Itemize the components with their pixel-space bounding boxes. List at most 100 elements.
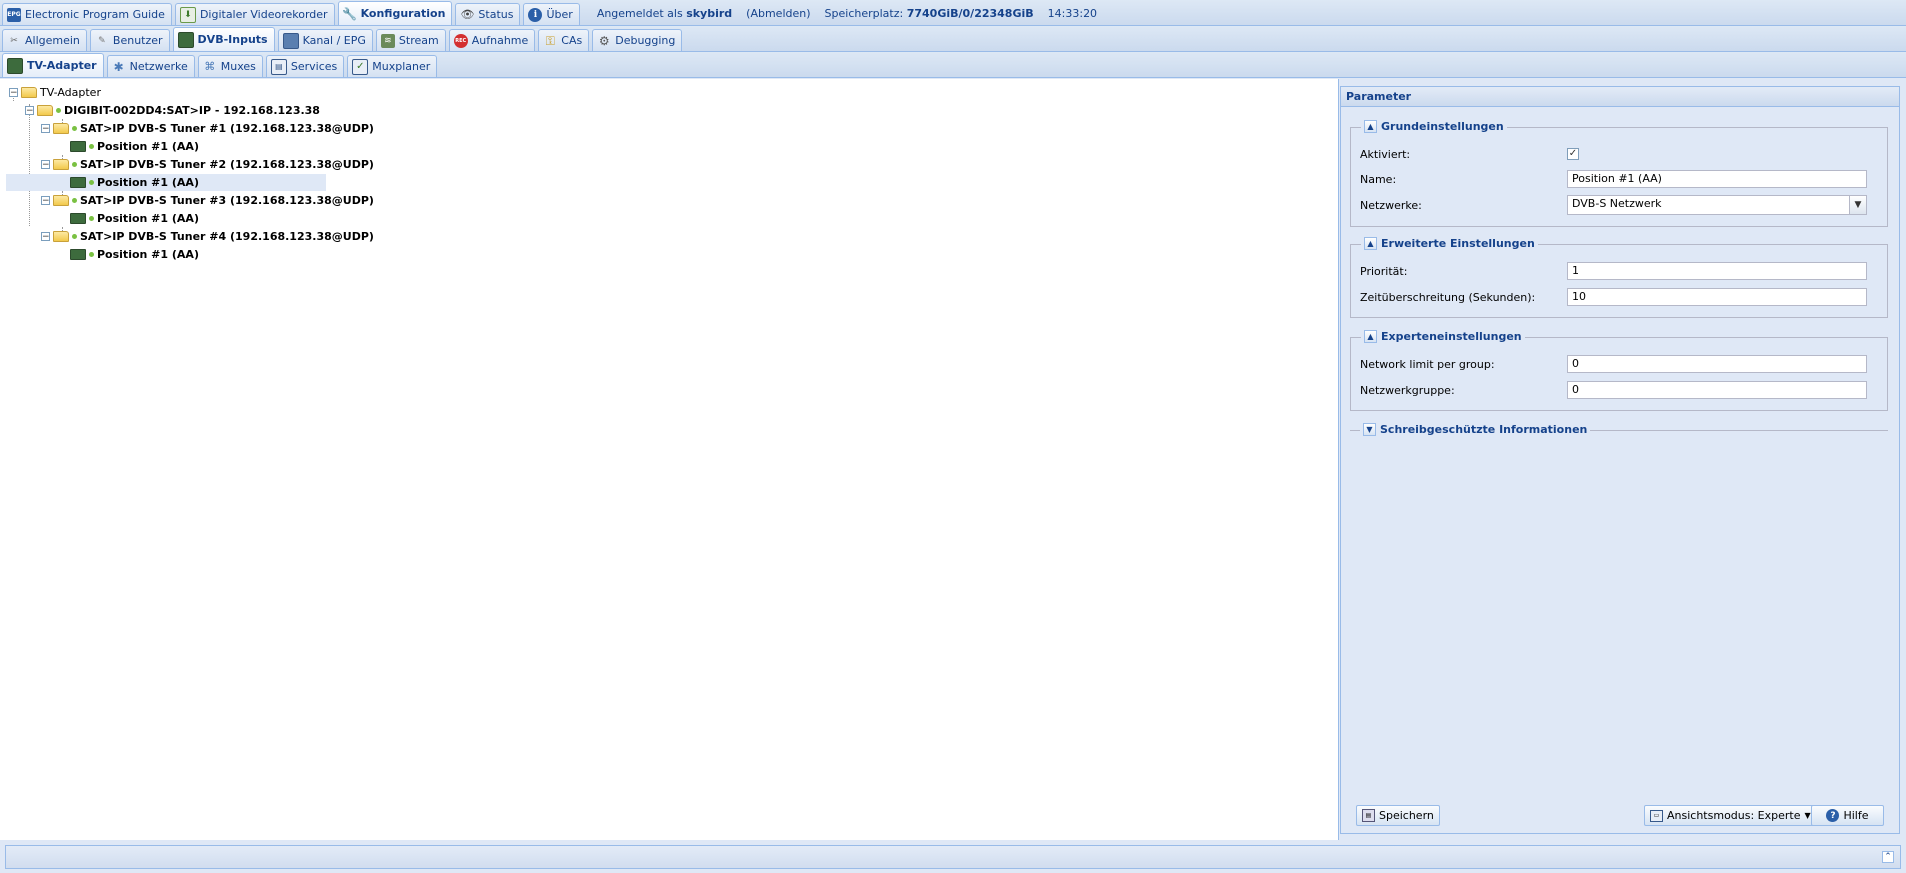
tab-status[interactable]: 👁 Status <box>455 3 521 25</box>
name-input[interactable]: Position #1 (AA) <box>1567 170 1867 188</box>
folder-icon <box>53 231 69 242</box>
timeout-row: Zeitüberschreitung (Sekunden): 10 <box>1360 287 1867 307</box>
dropdown-arrow-icon: ▼ <box>1804 811 1811 820</box>
network-group-label: Netzwerkgruppe: <box>1360 383 1455 397</box>
parameter-panel-title: Parameter <box>1341 87 1899 107</box>
status-dot-icon <box>72 234 77 239</box>
advanced-settings-title: Erweiterte Einstellungen <box>1381 237 1535 250</box>
tab-stream[interactable]: ≋ Stream <box>375 29 446 51</box>
tree-tuner-label: SAT>IP DVB-S Tuner #4 (192.168.123.38@UD… <box>80 230 374 243</box>
collapse-toggle-icon[interactable]: − <box>25 106 34 116</box>
tree-position[interactable]: Position #1 (AA) <box>70 246 199 263</box>
expand-up-icon[interactable]: ⌃ <box>1882 851 1894 863</box>
collapse-up-icon[interactable]: ▲ <box>1364 120 1377 133</box>
rec-icon: REC <box>453 33 468 48</box>
readonly-info-group: ▼ Schreibgeschützte Informationen <box>1350 423 1888 437</box>
tree-position-selected[interactable]: Position #1 (AA) <box>6 174 326 191</box>
collapse-toggle-icon[interactable]: − <box>9 88 18 98</box>
tab-allgemein-label: Allgemein <box>25 34 80 47</box>
tab-tv-adapter-label: TV-Adapter <box>27 59 97 72</box>
logout-link[interactable]: (Abmelden) <box>746 7 810 20</box>
tree-tuner[interactable]: − SAT>IP DVB-S Tuner #4 (192.168.123.38@… <box>41 228 374 245</box>
tab-allgemein[interactable]: ✂ Allgemein <box>2 29 87 51</box>
network-limit-row: Network limit per group: 0 <box>1360 354 1867 374</box>
help-button-label: Hilfe <box>1843 809 1869 822</box>
storage-info: Speicherplatz: 7740GiB/0/22348GiB <box>825 7 1034 20</box>
tab-stream-label: Stream <box>398 34 439 47</box>
view-mode-button[interactable]: ▭ Ansichtsmodus: Experte ▼ <box>1644 805 1817 826</box>
timeout-input[interactable]: 10 <box>1567 288 1867 306</box>
config-tabbar: ✂ Allgemein ✎ Benutzer DVB-Inputs Kanal … <box>0 26 1906 52</box>
tree-position[interactable]: Position #1 (AA) <box>70 138 199 155</box>
tab-cas[interactable]: ⚿ CAs <box>538 29 590 51</box>
tab-aufnahme[interactable]: REC Aufnahme <box>448 29 536 51</box>
expand-down-icon[interactable]: ▼ <box>1363 423 1376 436</box>
tree-device-label: DIGIBIT-002DD4:SAT>IP - 192.168.123.38 <box>64 104 320 117</box>
enabled-checkbox[interactable]: ✓ <box>1567 148 1579 160</box>
adapter-card-icon <box>70 249 86 260</box>
network-icon: ✱ <box>113 59 124 74</box>
networks-value[interactable]: DVB-S Netzwerk <box>1567 195 1850 215</box>
adapter-icon <box>7 57 23 74</box>
tree-position[interactable]: Position #1 (AA) <box>70 210 199 227</box>
tab-epg[interactable]: EPG Electronic Program Guide <box>2 3 172 25</box>
parameter-panel: Parameter ▲ Grundeinstellungen Aktiviert… <box>1340 86 1900 834</box>
status-dot-icon <box>89 144 94 149</box>
collapse-toggle-icon[interactable]: − <box>41 196 50 206</box>
adapter-tree-panel: − TV-Adapter − DIGIBIT-002DD4:SAT>IP - 1… <box>0 79 1339 840</box>
status-dot-icon <box>72 198 77 203</box>
dvb-tabbar: TV-Adapter ✱ Netzwerke ⌘ Muxes ▤ Service… <box>0 52 1906 78</box>
tab-dvr-label: Digitaler Videorekorder <box>199 8 328 21</box>
priority-row: Priorität: 1 <box>1360 261 1867 281</box>
networks-select[interactable]: DVB-S Netzwerk ▼ <box>1567 195 1867 215</box>
save-button-label: Speichern <box>1379 809 1434 822</box>
tree-root[interactable]: − TV-Adapter <box>9 84 101 101</box>
tab-dvb-inputs-label: DVB-Inputs <box>197 33 268 46</box>
tree-tuner-label: SAT>IP DVB-S Tuner #2 (192.168.123.38@UD… <box>80 158 374 171</box>
tab-muxes[interactable]: ⌘ Muxes <box>197 55 263 77</box>
tree-tuner[interactable]: − SAT>IP DVB-S Tuner #1 (192.168.123.38@… <box>41 120 374 137</box>
network-limit-input[interactable]: 0 <box>1567 355 1867 373</box>
collapse-up-icon[interactable]: ▲ <box>1364 330 1377 343</box>
collapse-toggle-icon[interactable]: − <box>41 232 50 242</box>
tab-kanal-epg[interactable]: Kanal / EPG <box>277 29 373 51</box>
help-button[interactable]: ? Hilfe <box>1811 805 1884 826</box>
expert-settings-title: Experteneinstellungen <box>1381 330 1522 343</box>
tab-about[interactable]: i Über <box>523 3 580 25</box>
eye-icon: 👁 <box>460 7 475 21</box>
tab-configuration[interactable]: 🔧 Konfiguration <box>337 1 453 25</box>
priority-input[interactable]: 1 <box>1567 262 1867 280</box>
folder-icon <box>53 195 69 206</box>
basic-settings-group: ▲ Grundeinstellungen Aktiviert: ✓ Name: … <box>1350 120 1888 227</box>
tab-services[interactable]: ▤ Services <box>265 55 345 77</box>
status-dot-icon <box>72 162 77 167</box>
tab-tv-adapter[interactable]: TV-Adapter <box>2 53 104 77</box>
save-button[interactable]: ▤ Speichern <box>1356 805 1440 826</box>
network-limit-label: Network limit per group: <box>1360 357 1495 371</box>
tree-root-label: TV-Adapter <box>40 86 101 99</box>
collapse-toggle-icon[interactable]: − <box>41 124 50 134</box>
networks-row: Netzwerke: DVB-S Netzwerk ▼ <box>1360 195 1867 215</box>
network-group-input[interactable]: 0 <box>1567 381 1867 399</box>
tree-tuner[interactable]: − SAT>IP DVB-S Tuner #2 (192.168.123.38@… <box>41 156 374 173</box>
collapse-toggle-icon[interactable]: − <box>41 160 50 170</box>
basic-settings-title: Grundeinstellungen <box>1381 120 1504 133</box>
help-icon: ? <box>1826 809 1840 822</box>
tab-status-label: Status <box>478 8 514 21</box>
tree-tuner[interactable]: − SAT>IP DVB-S Tuner #3 (192.168.123.38@… <box>41 192 374 209</box>
tab-dvr[interactable]: ⬇ Digitaler Videorekorder <box>174 3 335 25</box>
collapse-up-icon[interactable]: ▲ <box>1364 237 1377 250</box>
chevron-down-icon[interactable]: ▼ <box>1850 195 1867 215</box>
tab-netzwerke[interactable]: ✱ Netzwerke <box>106 55 195 77</box>
tab-debugging[interactable]: ⚙ Debugging <box>592 29 683 51</box>
tab-kanal-epg-label: Kanal / EPG <box>302 34 366 47</box>
tab-configuration-label: Konfiguration <box>360 7 446 20</box>
tree-position-label: Position #1 (AA) <box>97 248 199 261</box>
status-bar: ⌃ <box>5 845 1901 869</box>
tab-dvb-inputs[interactable]: DVB-Inputs <box>172 27 275 51</box>
tab-muxplaner[interactable]: ✓ Muxplaner <box>347 55 438 77</box>
enabled-label: Aktiviert: <box>1360 147 1411 161</box>
tab-benutzer[interactable]: ✎ Benutzer <box>89 29 170 51</box>
tree-device[interactable]: − DIGIBIT-002DD4:SAT>IP - 192.168.123.38 <box>25 102 320 119</box>
dvb-card-icon <box>177 31 194 48</box>
